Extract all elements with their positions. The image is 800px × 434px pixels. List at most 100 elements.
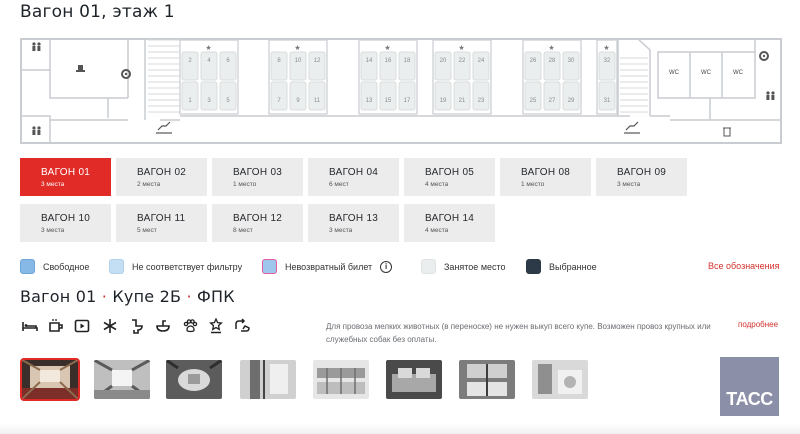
page-bottom-edge	[0, 424, 800, 434]
photo-thumbnail[interactable]	[20, 358, 80, 401]
seat[interactable]	[379, 51, 397, 81]
seat[interactable]	[472, 81, 490, 111]
wagon-seats: 2 места	[137, 181, 161, 188]
legend-swatch	[262, 259, 277, 274]
seat[interactable]	[289, 51, 307, 81]
photo-thumbnail[interactable]	[386, 360, 442, 399]
wagon-tile[interactable]: ВАГОН 04 6 мест	[308, 158, 399, 196]
toilet-icon	[132, 319, 143, 334]
wagon-tile[interactable]: ВАГОН 11 5 мест	[116, 204, 207, 242]
legend-item: Занятое место	[421, 259, 506, 274]
seat[interactable]	[289, 81, 307, 111]
seat[interactable]	[379, 81, 397, 111]
tass-watermark: ТАСС	[720, 357, 779, 416]
wagon-seats: 6 мест	[329, 181, 349, 188]
legend-swatch	[421, 259, 436, 274]
seat[interactable]	[524, 81, 542, 111]
wagon-tile[interactable]: ВАГОН 12 8 мест	[212, 204, 303, 242]
seat-number: 16	[385, 58, 392, 64]
star-icon: ★	[458, 44, 464, 52]
seat[interactable]	[200, 51, 218, 81]
more-link[interactable]: подробнее	[738, 320, 778, 329]
photo-thumbnail[interactable]	[94, 360, 150, 399]
wc-label: WC	[733, 70, 744, 76]
seat[interactable]	[562, 81, 580, 111]
seat[interactable]	[543, 81, 561, 111]
wagon-tile[interactable]: ВАГОН 10 3 места	[20, 204, 111, 242]
wc-label: WC	[669, 70, 680, 76]
star-icon: ★	[294, 44, 300, 52]
legend-item: Невозвратный билет i	[262, 259, 393, 274]
seat[interactable]	[308, 51, 326, 81]
bed-icon	[22, 322, 38, 331]
wc-label: WC	[701, 70, 712, 76]
wagon-tile[interactable]: ВАГОН 03 1 место	[212, 158, 303, 196]
wagon-tile[interactable]: ВАГОН 13 3 места	[308, 204, 399, 242]
wagon-seats: 8 мест	[233, 227, 253, 234]
info-icon[interactable]: i	[380, 260, 393, 273]
wagon-name: ВАГОН 08	[521, 167, 571, 178]
seat[interactable]	[181, 51, 199, 81]
seat-number: 25	[530, 98, 537, 104]
seat[interactable]	[398, 51, 416, 81]
wagon-name: ВАГОН 04	[329, 167, 379, 178]
seat[interactable]	[598, 81, 616, 111]
seat[interactable]	[472, 51, 490, 81]
seat[interactable]	[543, 51, 561, 81]
wagon-name: ВАГОН 01	[41, 167, 91, 178]
seat[interactable]	[434, 51, 452, 81]
wagon-tile[interactable]: ВАГОН 05 4 места	[404, 158, 495, 196]
wagon-tile[interactable]: ВАГОН 08 1 место	[500, 158, 591, 196]
wagon-seats: 4 места	[425, 181, 449, 188]
coupe-carrier: ФПК	[197, 287, 235, 306]
wagon-tile[interactable]: ВАГОН 02 2 места	[116, 158, 207, 196]
seat[interactable]	[453, 51, 471, 81]
seat[interactable]	[398, 81, 416, 111]
seat[interactable]	[270, 81, 288, 111]
seat[interactable]	[434, 81, 452, 111]
legend-label: Свободное	[43, 261, 90, 272]
seat[interactable]	[308, 81, 326, 111]
seat-number: 31	[604, 98, 611, 104]
seat[interactable]	[270, 51, 288, 81]
seat[interactable]	[219, 51, 237, 81]
wagon-tile[interactable]: ВАГОН 14 4 места	[404, 204, 495, 242]
seat[interactable]	[200, 81, 218, 111]
seat[interactable]	[360, 81, 378, 111]
paw-icon	[183, 319, 198, 333]
seat[interactable]	[453, 81, 471, 111]
legend-item: Не соответствует фильтру	[109, 259, 242, 274]
seat[interactable]	[598, 51, 616, 81]
transfer-icon	[235, 318, 250, 332]
seat-number: 21	[459, 98, 466, 104]
seat[interactable]	[524, 51, 542, 81]
seat-number: 24	[478, 58, 485, 64]
wagon-seats: 1 место	[233, 181, 257, 188]
all-legend-link[interactable]: Все обозначения	[708, 261, 780, 271]
photo-thumbnail[interactable]	[532, 360, 588, 399]
seat-number: 32	[604, 58, 611, 64]
seat-number: 11	[314, 98, 321, 104]
legend-swatch	[20, 259, 35, 274]
wagon-name: ВАГОН 14	[425, 213, 475, 224]
photo-thumbnail[interactable]	[166, 360, 222, 399]
wagon-tile[interactable]: ВАГОН 01 3 места	[20, 158, 111, 196]
legend-swatch	[109, 259, 124, 274]
car-seat-map: ★ 2 1 4 3 6 5 ★ 8 7 10 9 12 11 ★ 14 13 16 15 18 17 ★ 20 19 22 21 2…	[20, 38, 782, 144]
wagon-tile[interactable]: ВАГОН 09 3 места	[596, 158, 687, 196]
wagon-name: ВАГОН 02	[137, 167, 187, 178]
coupe-wagon: Вагон 01	[20, 287, 97, 306]
page-title: Вагон 01, этаж 1	[20, 2, 175, 22]
photo-thumbnail[interactable]	[240, 360, 296, 399]
photo-thumbnail[interactable]	[313, 360, 369, 399]
seat[interactable]	[360, 51, 378, 81]
seat-number: 30	[568, 58, 575, 64]
photo-thumbnail[interactable]	[459, 360, 515, 399]
seat[interactable]	[219, 81, 237, 111]
seat[interactable]	[562, 51, 580, 81]
wagon-name: ВАГОН 13	[329, 213, 379, 224]
seat[interactable]	[181, 81, 199, 111]
wagon-name: ВАГОН 05	[425, 167, 475, 178]
seat-number: 12	[314, 58, 321, 64]
legend-label: Выбранное	[549, 261, 597, 272]
